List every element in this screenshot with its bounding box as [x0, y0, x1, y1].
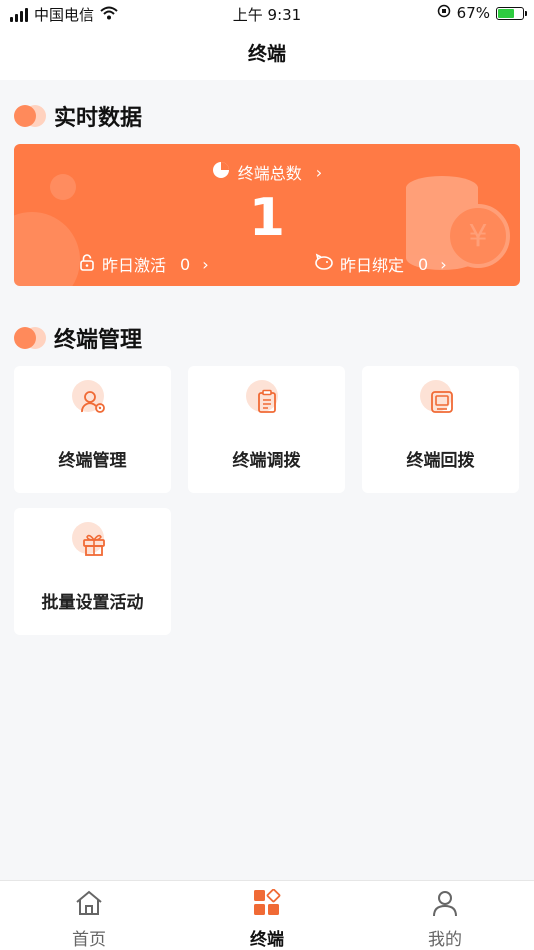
page-title: 终端: [0, 28, 534, 80]
yesterday-activated-label: 昨日激活: [102, 256, 167, 275]
orientation-lock-icon: [437, 4, 451, 22]
clipboard-icon: [246, 380, 286, 420]
tile-label: 终端调拨: [232, 451, 301, 471]
status-bar: 中国电信 上午 9:31 67%: [0, 0, 534, 28]
tab-terminal[interactable]: 终端: [178, 881, 356, 950]
realtime-section-header: 实时数据: [14, 100, 142, 132]
yesterday-bound-link[interactable]: 昨日绑定 0 ›: [314, 252, 447, 276]
section-marker-icon: [14, 327, 46, 349]
tab-label: 我的: [428, 930, 462, 950]
grid-icon: [252, 888, 282, 921]
home-icon: [74, 889, 104, 921]
piggy-bank-icon: [314, 253, 334, 275]
tile-label: 终端回拨: [406, 451, 475, 471]
realtime-section-title: 实时数据: [54, 106, 143, 131]
chevron-right-icon: ›: [440, 254, 447, 274]
tile-terminal-recall[interactable]: 终端回拨: [362, 366, 519, 493]
tile-label: 批量设置活动: [41, 593, 144, 613]
tab-home[interactable]: 首页: [0, 881, 178, 950]
gift-icon: [72, 522, 112, 562]
bottom-tab-bar: 首页 终端 我的: [0, 880, 534, 950]
total-terminals-link[interactable]: 终端总数 ›: [14, 160, 520, 184]
battery-icon: [496, 6, 527, 20]
tab-label: 首页: [72, 930, 106, 950]
tile-label: 终端管理: [58, 451, 127, 471]
lock-open-icon: [78, 253, 96, 275]
management-section-header: 终端管理: [14, 322, 142, 354]
tile-batch-activity[interactable]: 批量设置活动: [14, 508, 171, 635]
yesterday-bound-label: 昨日绑定: [340, 256, 405, 275]
total-terminals-value: 1: [248, 188, 286, 248]
tab-mine[interactable]: 我的: [356, 881, 534, 950]
realtime-data-card: ¥ 终端总数 › 1 昨日激活 0 › 昨日绑定 0 ›: [14, 144, 520, 286]
chevron-right-icon: ›: [202, 254, 209, 274]
monitor-icon: [420, 380, 460, 420]
user-gear-icon: [72, 380, 112, 420]
section-marker-icon: [14, 105, 46, 127]
yesterday-bound-value: 0: [418, 254, 429, 274]
chevron-right-icon: ›: [315, 162, 323, 182]
yesterday-activated-value: 0: [180, 254, 191, 274]
person-icon: [430, 889, 460, 921]
tile-terminal-management[interactable]: 终端管理: [14, 366, 171, 493]
battery-percent: 67%: [456, 4, 490, 22]
pie-chart-icon: [212, 161, 230, 183]
management-section-title: 终端管理: [54, 328, 143, 353]
status-right: 67%: [437, 4, 527, 22]
tile-terminal-transfer[interactable]: 终端调拨: [188, 366, 345, 493]
yesterday-activated-link[interactable]: 昨日激活 0 ›: [78, 252, 209, 276]
tab-label: 终端: [250, 930, 284, 950]
total-terminals-label: 终端总数: [237, 164, 302, 183]
